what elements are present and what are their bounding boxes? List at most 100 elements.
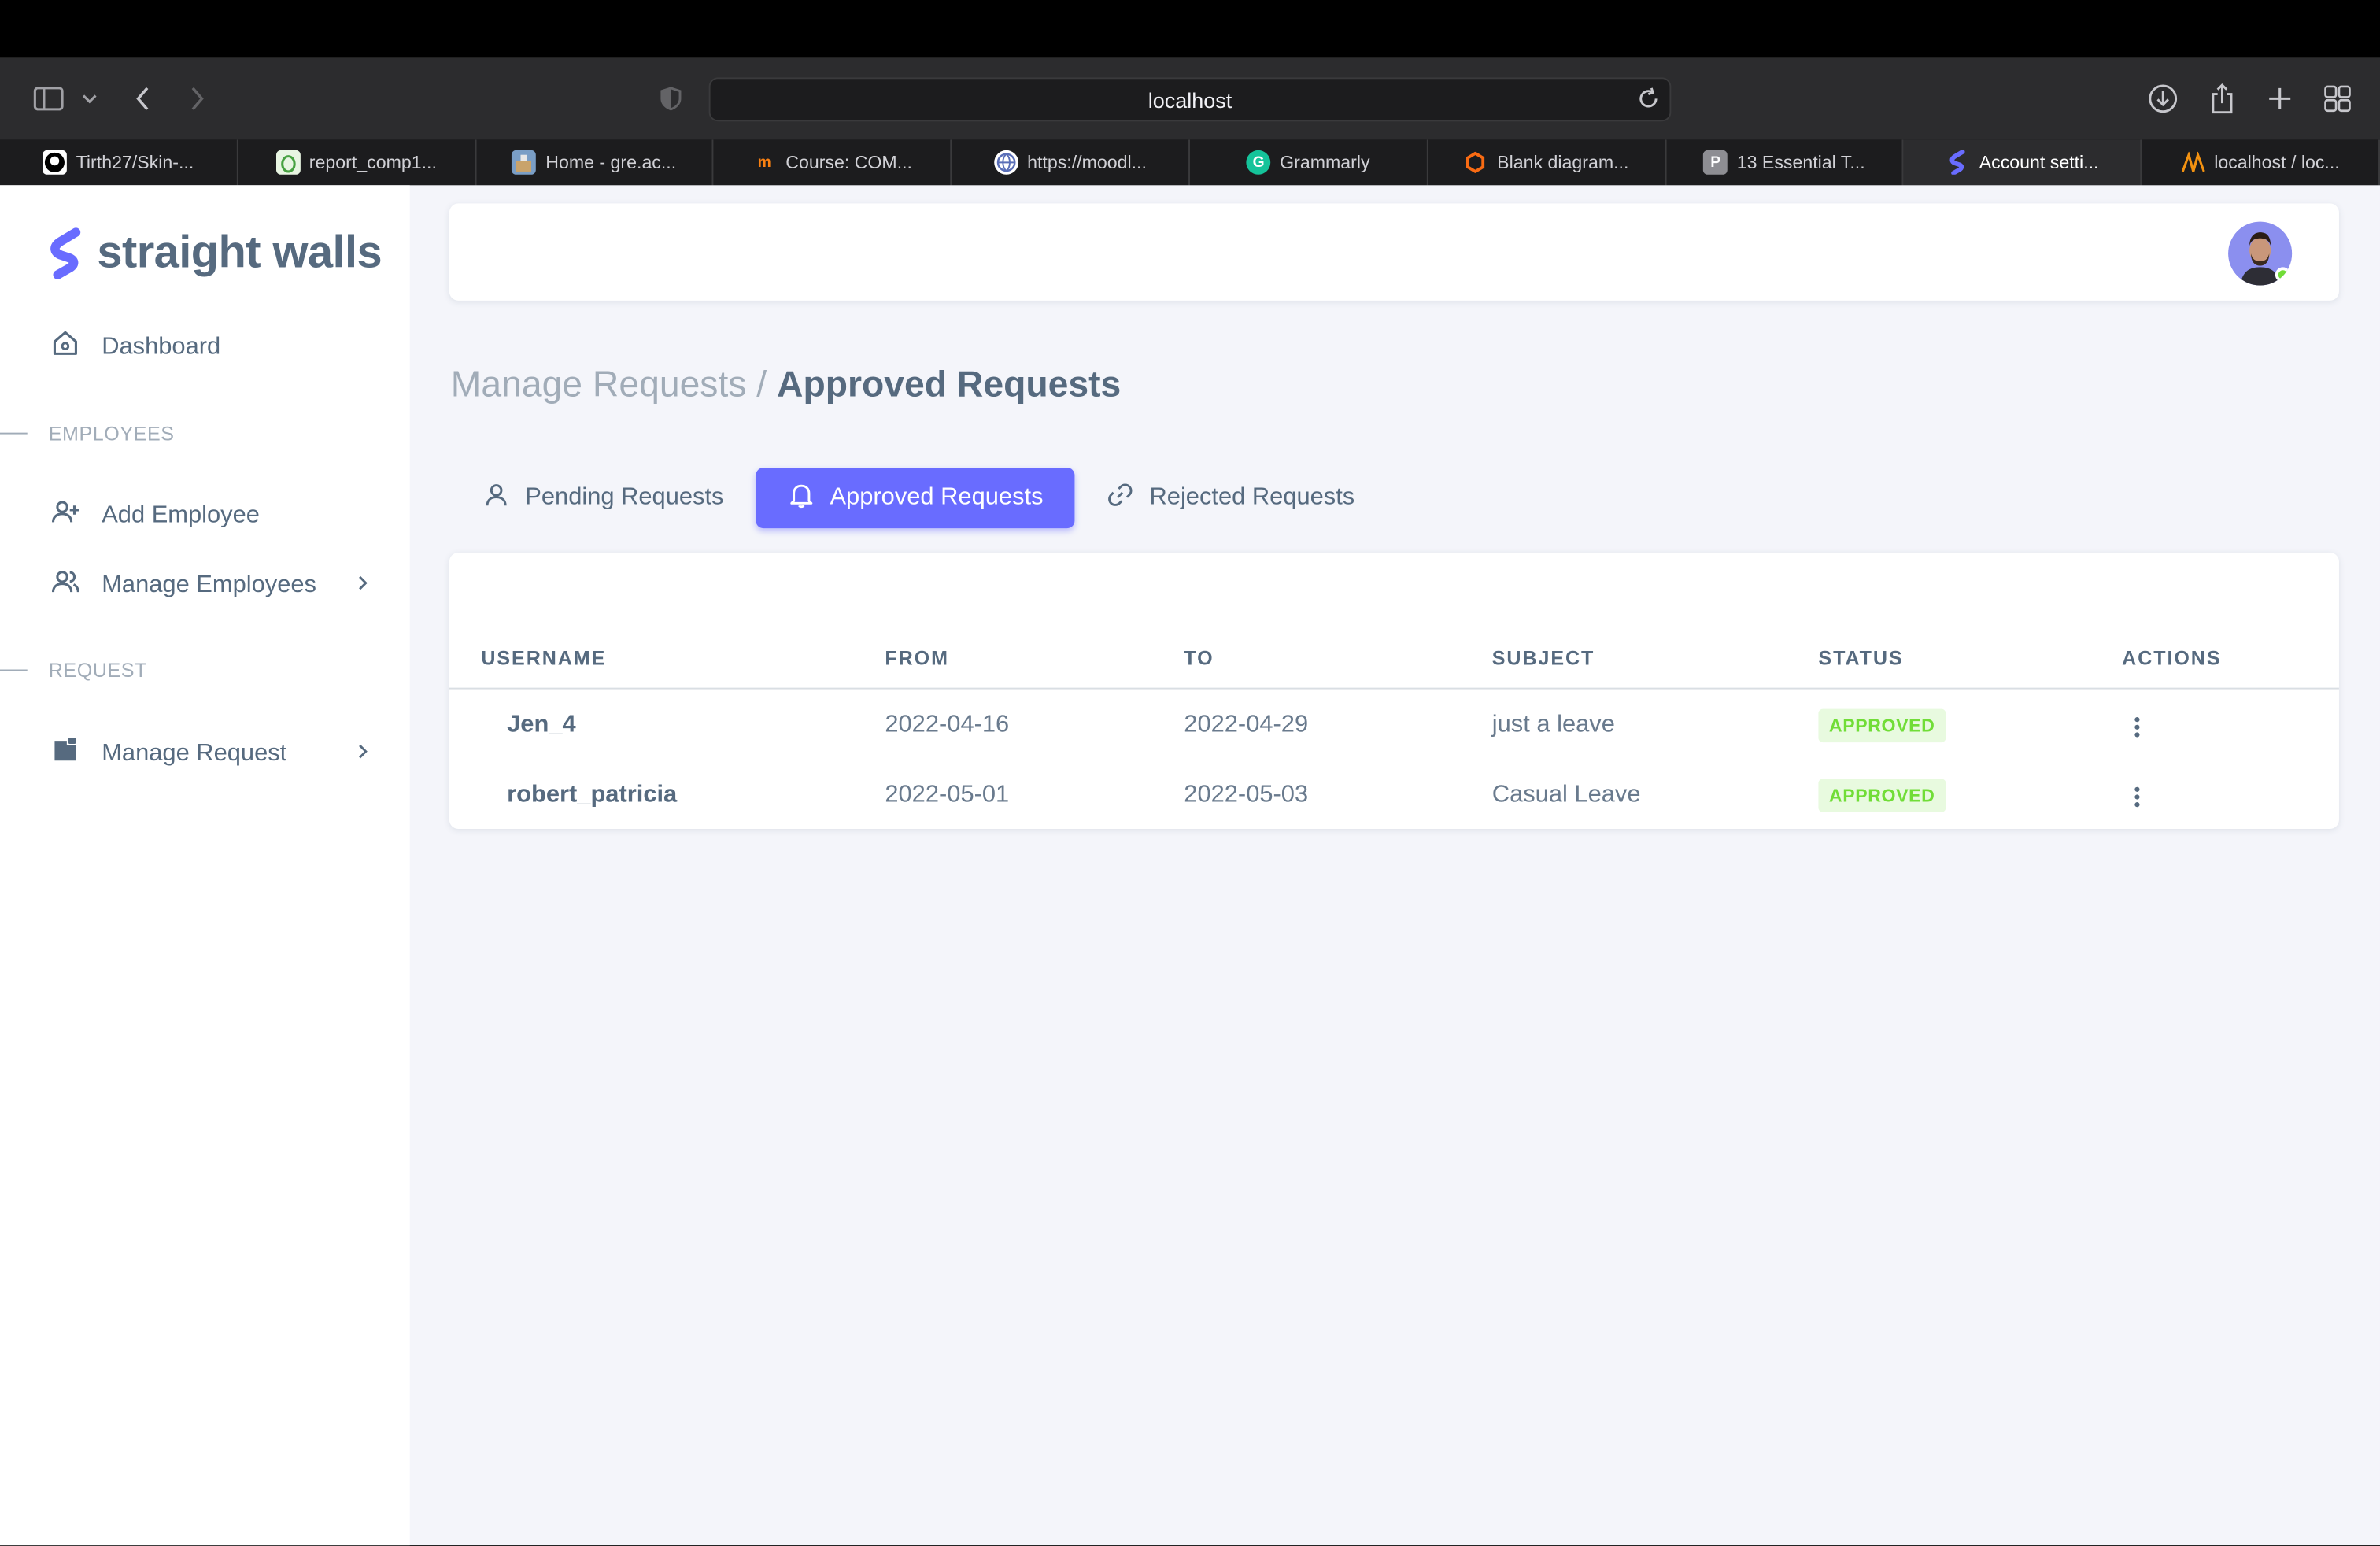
browser-tab[interactable]: localhost / loc...: [2142, 139, 2380, 186]
github-icon: [42, 150, 68, 175]
sidebar-item-label: Manage Request: [102, 740, 287, 766]
sidebar-item-label: Add Employee: [102, 501, 260, 528]
browser-tab-label: Tirth27/Skin-...: [76, 151, 194, 173]
globe-icon: [993, 150, 1018, 175]
more-actions-icon[interactable]: [2122, 782, 2153, 812]
browser-tab-label: Blank diagram...: [1497, 151, 1629, 173]
home-icon: [50, 328, 81, 366]
section-label: REQUEST: [48, 658, 147, 682]
greenwich-icon: [512, 150, 537, 175]
section-label: EMPLOYEES: [48, 422, 175, 446]
table-header: USERNAME FROM TO SUBJECT STATUS ACTIONS: [449, 631, 2339, 690]
browser-tab-active[interactable]: Account setti...: [1904, 139, 2142, 186]
straight-walls-icon: [1946, 150, 1970, 175]
online-status-dot: [2275, 267, 2291, 283]
screen: localhost Tirth27/Skin-... report_comp1.…: [0, 0, 2380, 1546]
table-row: robert_patricia 2022-05-01 2022-05-03 Ca…: [449, 760, 2339, 830]
browser-tab-bar: Tirth27/Skin-... report_comp1... Home - …: [0, 139, 2380, 186]
browser-tab[interactable]: report_comp1...: [238, 139, 476, 186]
tab-label: Approved Requests: [830, 484, 1044, 510]
browser-tab-label: report_comp1...: [309, 151, 437, 173]
column-header-subject: SUBJECT: [1491, 646, 1595, 670]
cell-from: 2022-05-01: [885, 782, 1010, 808]
browser-tab-label: Home - gre.ac...: [545, 151, 677, 173]
address-bar[interactable]: localhost: [708, 77, 1672, 122]
sidebar-item-label: Dashboard: [102, 333, 221, 360]
section-divider: [0, 669, 28, 671]
browser-tab[interactable]: m Course: COM...: [714, 139, 952, 186]
brand-name: straight walls: [97, 227, 382, 278]
status-badge: APPROVED: [1818, 708, 1946, 743]
brand-logo-icon: [50, 227, 81, 279]
phpmyadmin-icon: [2181, 150, 2205, 175]
grammarly-icon: G: [1246, 150, 1271, 175]
request-tabs: Pending Requests Approved Requests Rejec…: [451, 467, 1387, 529]
browser-tab-label: 13 Essential T...: [1736, 151, 1865, 173]
sidebar-item-label: Manage Employees: [102, 571, 316, 597]
privacy-shield-icon[interactable]: [656, 57, 686, 139]
browser-toolbar: localhost: [0, 57, 2380, 140]
browser-tab-label: Course: COM...: [785, 151, 913, 173]
overleaf-icon: [275, 150, 301, 175]
sidebar-item-add-employee[interactable]: Add Employee: [50, 497, 369, 534]
browser-tab-label: Account setti...: [1979, 151, 2099, 173]
cell-username: Jen_4: [507, 712, 576, 738]
approved-requests-table: USERNAME FROM TO SUBJECT STATUS ACTIONS …: [449, 552, 2339, 830]
more-actions-icon[interactable]: [2122, 712, 2153, 742]
avatar[interactable]: [2228, 221, 2293, 286]
top-navbar: [449, 203, 2339, 301]
browser-tab-label: https://moodl...: [1027, 151, 1147, 173]
browser-tab[interactable]: G Grammarly: [1190, 139, 1428, 186]
chevron-right-icon: [357, 571, 368, 599]
tab-label: Pending Requests: [525, 484, 724, 510]
app-content: straight walls Dashboard EMPLOYEES Add E…: [0, 185, 2380, 1546]
brand-logo[interactable]: straight walls: [49, 227, 382, 279]
user-icon: [482, 480, 510, 515]
column-header-actions: ACTIONS: [2122, 646, 2222, 670]
browser-tab[interactable]: Home - gre.ac...: [476, 139, 715, 186]
user-plus-icon: [50, 497, 81, 534]
p-icon: P: [1703, 150, 1728, 175]
sidebar-item-dashboard[interactable]: Dashboard: [50, 328, 369, 366]
chevron-down-icon[interactable]: [76, 57, 103, 139]
browser-tab[interactable]: Tirth27/Skin-...: [0, 139, 238, 186]
browser-tab[interactable]: https://moodl...: [952, 139, 1190, 186]
breadcrumb-parent[interactable]: Manage Requests /: [451, 364, 767, 405]
address-text: localhost: [1148, 87, 1232, 112]
sidebar-toggle-icon[interactable]: [28, 57, 70, 139]
chevron-right-icon: [357, 740, 368, 767]
column-header-status: STATUS: [1818, 646, 1904, 670]
browser-tab-label: localhost / loc...: [2214, 151, 2340, 173]
download-icon[interactable]: [2145, 57, 2181, 139]
breadcrumb: Manage Requests / Approved Requests: [451, 364, 1121, 407]
status-badge: APPROVED: [1818, 779, 1946, 812]
forward-icon[interactable]: [182, 57, 213, 139]
new-tab-icon[interactable]: [2262, 57, 2298, 139]
browser-tab[interactable]: P 13 Essential T...: [1666, 139, 1905, 186]
column-header-to: TO: [1184, 646, 1214, 670]
back-icon[interactable]: [128, 57, 158, 139]
browser-tab[interactable]: Blank diagram...: [1428, 139, 1666, 186]
sidebar-item-manage-request[interactable]: Manage Request: [50, 734, 369, 772]
tab-approved-requests[interactable]: Approved Requests: [755, 467, 1076, 529]
sidebar: straight walls Dashboard EMPLOYEES Add E…: [0, 185, 410, 1546]
moodle-icon: m: [757, 153, 771, 171]
share-icon[interactable]: [2204, 57, 2240, 139]
link-icon: [1107, 480, 1135, 515]
cell-subject: just a leave: [1491, 712, 1615, 738]
request-folder-icon: [50, 734, 81, 772]
section-divider: [0, 432, 28, 435]
reload-icon[interactable]: [1636, 87, 1661, 116]
tab-overview-icon[interactable]: [2319, 57, 2356, 139]
page-title: Approved Requests: [777, 364, 1122, 405]
section-header-employees: EMPLOYEES: [0, 422, 175, 445]
lucidchart-icon: [1464, 150, 1488, 175]
cell-to: 2022-05-03: [1184, 782, 1309, 808]
cell-to: 2022-04-29: [1184, 712, 1309, 738]
cell-username: robert_patricia: [507, 782, 678, 808]
users-icon: [50, 566, 81, 604]
tab-rejected-requests[interactable]: Rejected Requests: [1075, 468, 1387, 528]
tab-pending-requests[interactable]: Pending Requests: [451, 468, 756, 528]
sidebar-item-manage-employees[interactable]: Manage Employees: [50, 566, 369, 604]
cell-from: 2022-04-16: [885, 712, 1010, 738]
